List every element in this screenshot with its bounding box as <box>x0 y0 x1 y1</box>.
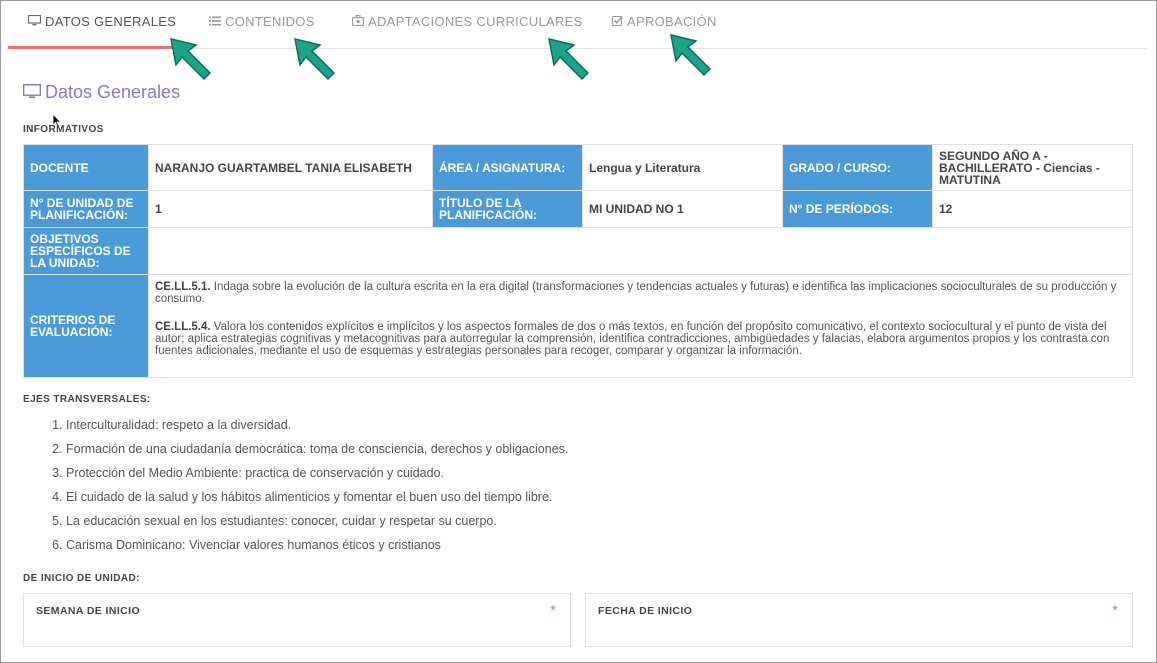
periodos-value: 12 <box>932 190 1133 228</box>
objetivos-header: OBJETIVOS ESPECÍFICOS DE LA UNIDAD: <box>23 227 149 275</box>
briefcase-icon <box>351 0 365 44</box>
grado-header: GRADO / CURSO: <box>782 144 933 191</box>
annotation-arrow-icon <box>670 33 712 77</box>
table-row: DOCENTE NARANJO GUARTAMBEL TANIA ELISABE… <box>23 144 1133 191</box>
list-item: El cuidado de la salud y los hábitos ali… <box>66 486 568 510</box>
criterio-item: CE.LL.5.4. Valora los contenidos explíci… <box>155 321 1126 357</box>
list-item: Carisma Dominicano: Vivenciar valores hu… <box>66 534 568 558</box>
titulo-header: TÍTULO DE LA PLANIFICACIÓN: <box>432 190 583 228</box>
tab-datos-generales[interactable]: DATOS GENERALES <box>8 0 188 49</box>
area-header: ÁREA / ASIGNATURA: <box>432 144 583 191</box>
tab-label: ADAPTACIONES CURRICULARES <box>368 14 583 29</box>
criterio-item: CE.LL.5.1. Indaga sobre la evolución de … <box>155 281 1126 305</box>
docente-header: DOCENTE <box>23 144 149 191</box>
section-title: Datos Generales <box>22 82 181 103</box>
annotation-arrow-icon <box>548 37 590 81</box>
table-row: N° DE UNIDAD DE PLANIFICACIÓN: 1 TÍTULO … <box>23 190 1133 228</box>
objetivos-value <box>148 227 1133 275</box>
criterios-header: CRITERIOS DE EVALUACIÓN: <box>23 274 149 378</box>
tab-label: CONTENIDOS <box>225 14 315 29</box>
unidad-header: N° DE UNIDAD DE PLANIFICACIÓN: <box>23 190 149 228</box>
table-row: OBJETIVOS ESPECÍFICOS DE LA UNIDAD: <box>23 227 1133 275</box>
fecha-inicio-field[interactable]: FECHA DE INICIO * <box>585 593 1133 647</box>
ejes-list: Interculturalidad: respeto a la diversid… <box>23 414 568 558</box>
tab-label: APROBACIÓN <box>627 14 717 29</box>
semana-inicio-label: SEMANA DE INICIO <box>36 605 141 617</box>
section-title-text: Datos Generales <box>45 82 181 102</box>
list-item: La educación sexual en los estudiantes: … <box>66 510 568 534</box>
fecha-inicio-label: FECHA DE INICIO <box>598 605 693 617</box>
area-value: Lengua y Literatura <box>582 144 783 191</box>
semana-inicio-field[interactable]: SEMANA DE INICIO * <box>23 593 571 647</box>
inicio-label: DE INICIO DE UNIDAD: <box>23 573 140 584</box>
list-item: Interculturalidad: respeto a la diversid… <box>66 414 568 438</box>
required-mark: * <box>1112 602 1118 619</box>
required-mark: * <box>550 602 556 619</box>
table-row: CRITERIOS DE EVALUACIÓN: CE.LL.5.1. Inda… <box>23 274 1133 378</box>
check-square-icon <box>611 0 623 44</box>
criterio-code: CE.LL.5.4. <box>155 321 211 333</box>
monitor-icon <box>22 82 45 102</box>
monitor-icon <box>27 0 42 44</box>
list-item: Protección del Medio Ambiente: practica … <box>66 462 568 486</box>
criterio-text: Valora los contenidos explícitos e implí… <box>155 321 1110 357</box>
annotation-arrow-icon <box>170 37 212 81</box>
periodos-header: N° DE PERÍODOS: <box>782 190 933 228</box>
criterios-value: CE.LL.5.1. Indaga sobre la evolución de … <box>148 274 1133 378</box>
informativos-label: INFORMATIVOS <box>23 124 104 135</box>
ejes-label: EJES TRANSVERSALES: <box>23 394 151 405</box>
tab-label: DATOS GENERALES <box>45 14 177 29</box>
grado-value: SEGUNDO AÑO A - BACHILLERATO - Ciencias … <box>932 144 1133 191</box>
titulo-value: MI UNIDAD NO 1 <box>582 190 783 228</box>
unidad-value: 1 <box>148 190 433 228</box>
docente-value: NARANJO GUARTAMBEL TANIA ELISABETH <box>148 144 433 191</box>
criterio-code: CE.LL.5.1. <box>155 281 211 293</box>
informativos-table: DOCENTE NARANJO GUARTAMBEL TANIA ELISABE… <box>23 144 1133 378</box>
list-item: Formación de una ciudadanía democrática:… <box>66 438 568 462</box>
annotation-arrow-icon <box>294 37 336 81</box>
criterio-text: Indaga sobre la evolución de la cultura … <box>155 281 1117 305</box>
